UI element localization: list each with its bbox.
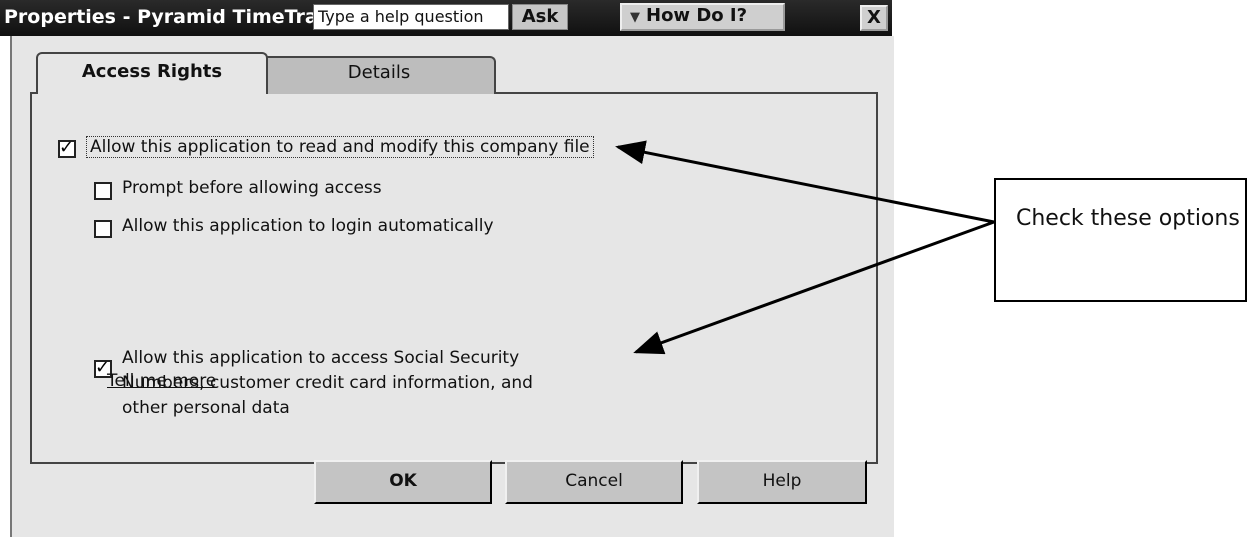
tell-me-more-link[interactable]: Tell me more <box>107 371 216 391</box>
ok-button[interactable]: OK <box>314 460 492 504</box>
access-rights-panel: Allow this application to read and modif… <box>30 92 878 464</box>
close-button[interactable]: X <box>860 5 888 31</box>
how-do-i-button[interactable]: ▼ How Do I? <box>620 3 785 31</box>
dialog-left-edge <box>0 36 10 537</box>
tab-access-rights[interactable]: Access Rights <box>36 52 268 94</box>
option-read-modify[interactable]: Allow this application to read and modif… <box>58 136 594 158</box>
option-login-auto[interactable]: Allow this application to login automati… <box>94 216 494 238</box>
title-bar: Properties - Pyramid TimeTracker Type a … <box>0 0 892 36</box>
help-question-input[interactable]: Type a help question <box>313 4 509 30</box>
read-modify-checkbox[interactable] <box>58 137 76 158</box>
tab-details[interactable]: Details <box>262 56 496 94</box>
help-button[interactable]: Help <box>697 460 867 504</box>
annotation-callout: Check these options <box>994 178 1247 302</box>
prompt-before-label: Prompt before allowing access <box>122 178 382 198</box>
read-modify-label: Allow this application to read and modif… <box>86 136 594 158</box>
option-prompt-before[interactable]: Prompt before allowing access <box>94 178 382 200</box>
prompt-before-checkbox[interactable] <box>94 182 112 200</box>
login-auto-checkbox[interactable] <box>94 220 112 238</box>
ask-button[interactable]: Ask <box>512 4 568 30</box>
cancel-button[interactable]: Cancel <box>505 460 683 504</box>
window-title: Properties - Pyramid TimeTracker <box>4 6 314 28</box>
dropdown-arrow-icon: ▼ <box>630 10 640 25</box>
how-do-i-label: How Do I? <box>646 5 748 26</box>
login-auto-label: Allow this application to login automati… <box>122 216 494 236</box>
